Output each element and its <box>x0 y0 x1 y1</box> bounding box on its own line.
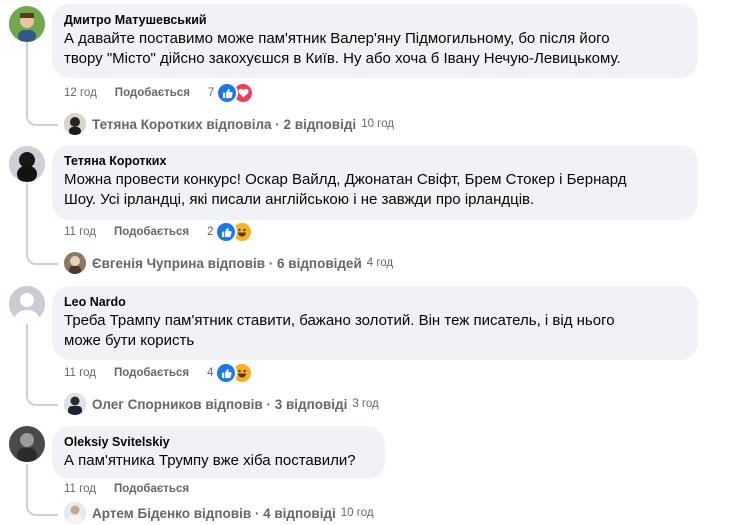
view-replies-link[interactable]: Олег Спорников відповів · 3 відповіді 3 … <box>64 392 379 416</box>
reply-avatar <box>64 252 86 274</box>
comment-meta: 12 год Подобається 7 <box>64 82 255 104</box>
comment-text-line: Шоу. Усі ірландці, які писали англійсько… <box>64 191 535 208</box>
avatar[interactable] <box>9 426 45 462</box>
reply-avatar <box>64 113 86 135</box>
view-replies-link[interactable]: Тетяна Коротких відповіла · 2 відповіді … <box>64 112 394 136</box>
reaction-count[interactable]: 2 <box>207 226 213 238</box>
reply-avatar <box>64 393 86 415</box>
reply-time: 4 год <box>366 257 394 269</box>
comment-text-line: може бути користь <box>64 332 195 349</box>
comment-meta: 11 год Подобається 4 <box>64 362 254 384</box>
thread-connector <box>26 464 58 516</box>
comment-time[interactable]: 11 год <box>64 226 96 238</box>
reply-time: 3 год <box>352 398 379 410</box>
reply-summary[interactable]: Євгенія Чуприна відповів · 6 відповідей <box>92 256 362 271</box>
comment-bubble: Oleksiy Svitelskiy А пам'ятника Трумпу в… <box>52 426 385 479</box>
like-button[interactable]: Подобається <box>115 87 190 99</box>
comment-time[interactable]: 11 год <box>64 483 96 495</box>
view-replies-link[interactable]: Артем Біденко відповів · 4 відповіді 10 … <box>64 501 374 525</box>
reaction-count[interactable]: 7 <box>208 87 214 99</box>
comment-bubble: Leo Nardo Треба Трампу пам'ятник ставити… <box>52 286 698 360</box>
comment-meta: 11 год Подобається <box>64 479 199 499</box>
reaction-count[interactable]: 4 <box>207 367 213 379</box>
comment-meta: 11 год Подобається 2 <box>64 221 254 243</box>
comment-time[interactable]: 11 год <box>64 367 96 379</box>
comment-author[interactable]: Дмитро Матушевський <box>64 12 686 28</box>
reply-summary[interactable]: Олег Спорников відповів · 3 відповіді <box>92 397 347 412</box>
comment-text-line: твору "Місто" дійсно закохуєшся в Київ. … <box>64 50 621 67</box>
comment-text-line: А пам'ятника Трумпу вже хіба поставили? <box>64 452 356 469</box>
avatar[interactable] <box>9 286 45 322</box>
comment-bubble: Дмитро Матушевський А давайте поставимо … <box>52 4 698 78</box>
reply-summary[interactable]: Тетяна Коротких відповіла · 2 відповіді <box>92 117 356 132</box>
thread-connector <box>26 324 58 406</box>
comment-author[interactable]: Тетяна Коротких <box>64 153 686 169</box>
reply-avatar <box>64 502 86 524</box>
reply-time: 10 год <box>340 507 374 519</box>
reply-time: 10 год <box>361 118 394 130</box>
thread-connector <box>26 183 58 265</box>
comment-author[interactable]: Leo Nardo <box>64 294 686 310</box>
like-button[interactable]: Подобається <box>114 483 189 495</box>
comment-text-line: Можна провести конкурс! Оскар Вайлд, Джо… <box>64 171 627 188</box>
comment-text-line: Треба Трампу пам'ятник ставити, бажано з… <box>64 312 615 329</box>
comment-text-line: А давайте поставимо може пам'ятник Валер… <box>64 30 610 47</box>
reply-summary[interactable]: Артем Біденко відповів · 4 відповіді <box>92 506 336 521</box>
view-replies-link[interactable]: Євгенія Чуприна відповів · 6 відповідей … <box>64 251 393 275</box>
like-button[interactable]: Подобається <box>114 226 189 238</box>
avatar[interactable] <box>9 146 45 182</box>
comment-author[interactable]: Oleksiy Svitelskiy <box>64 434 373 450</box>
comment-bubble: Тетяна Коротких Можна провести конкурс! … <box>52 145 698 220</box>
avatar[interactable] <box>9 6 45 42</box>
thread-connector <box>26 42 58 126</box>
comment-time[interactable]: 12 год <box>64 87 97 99</box>
like-button[interactable]: Подобається <box>114 367 189 379</box>
